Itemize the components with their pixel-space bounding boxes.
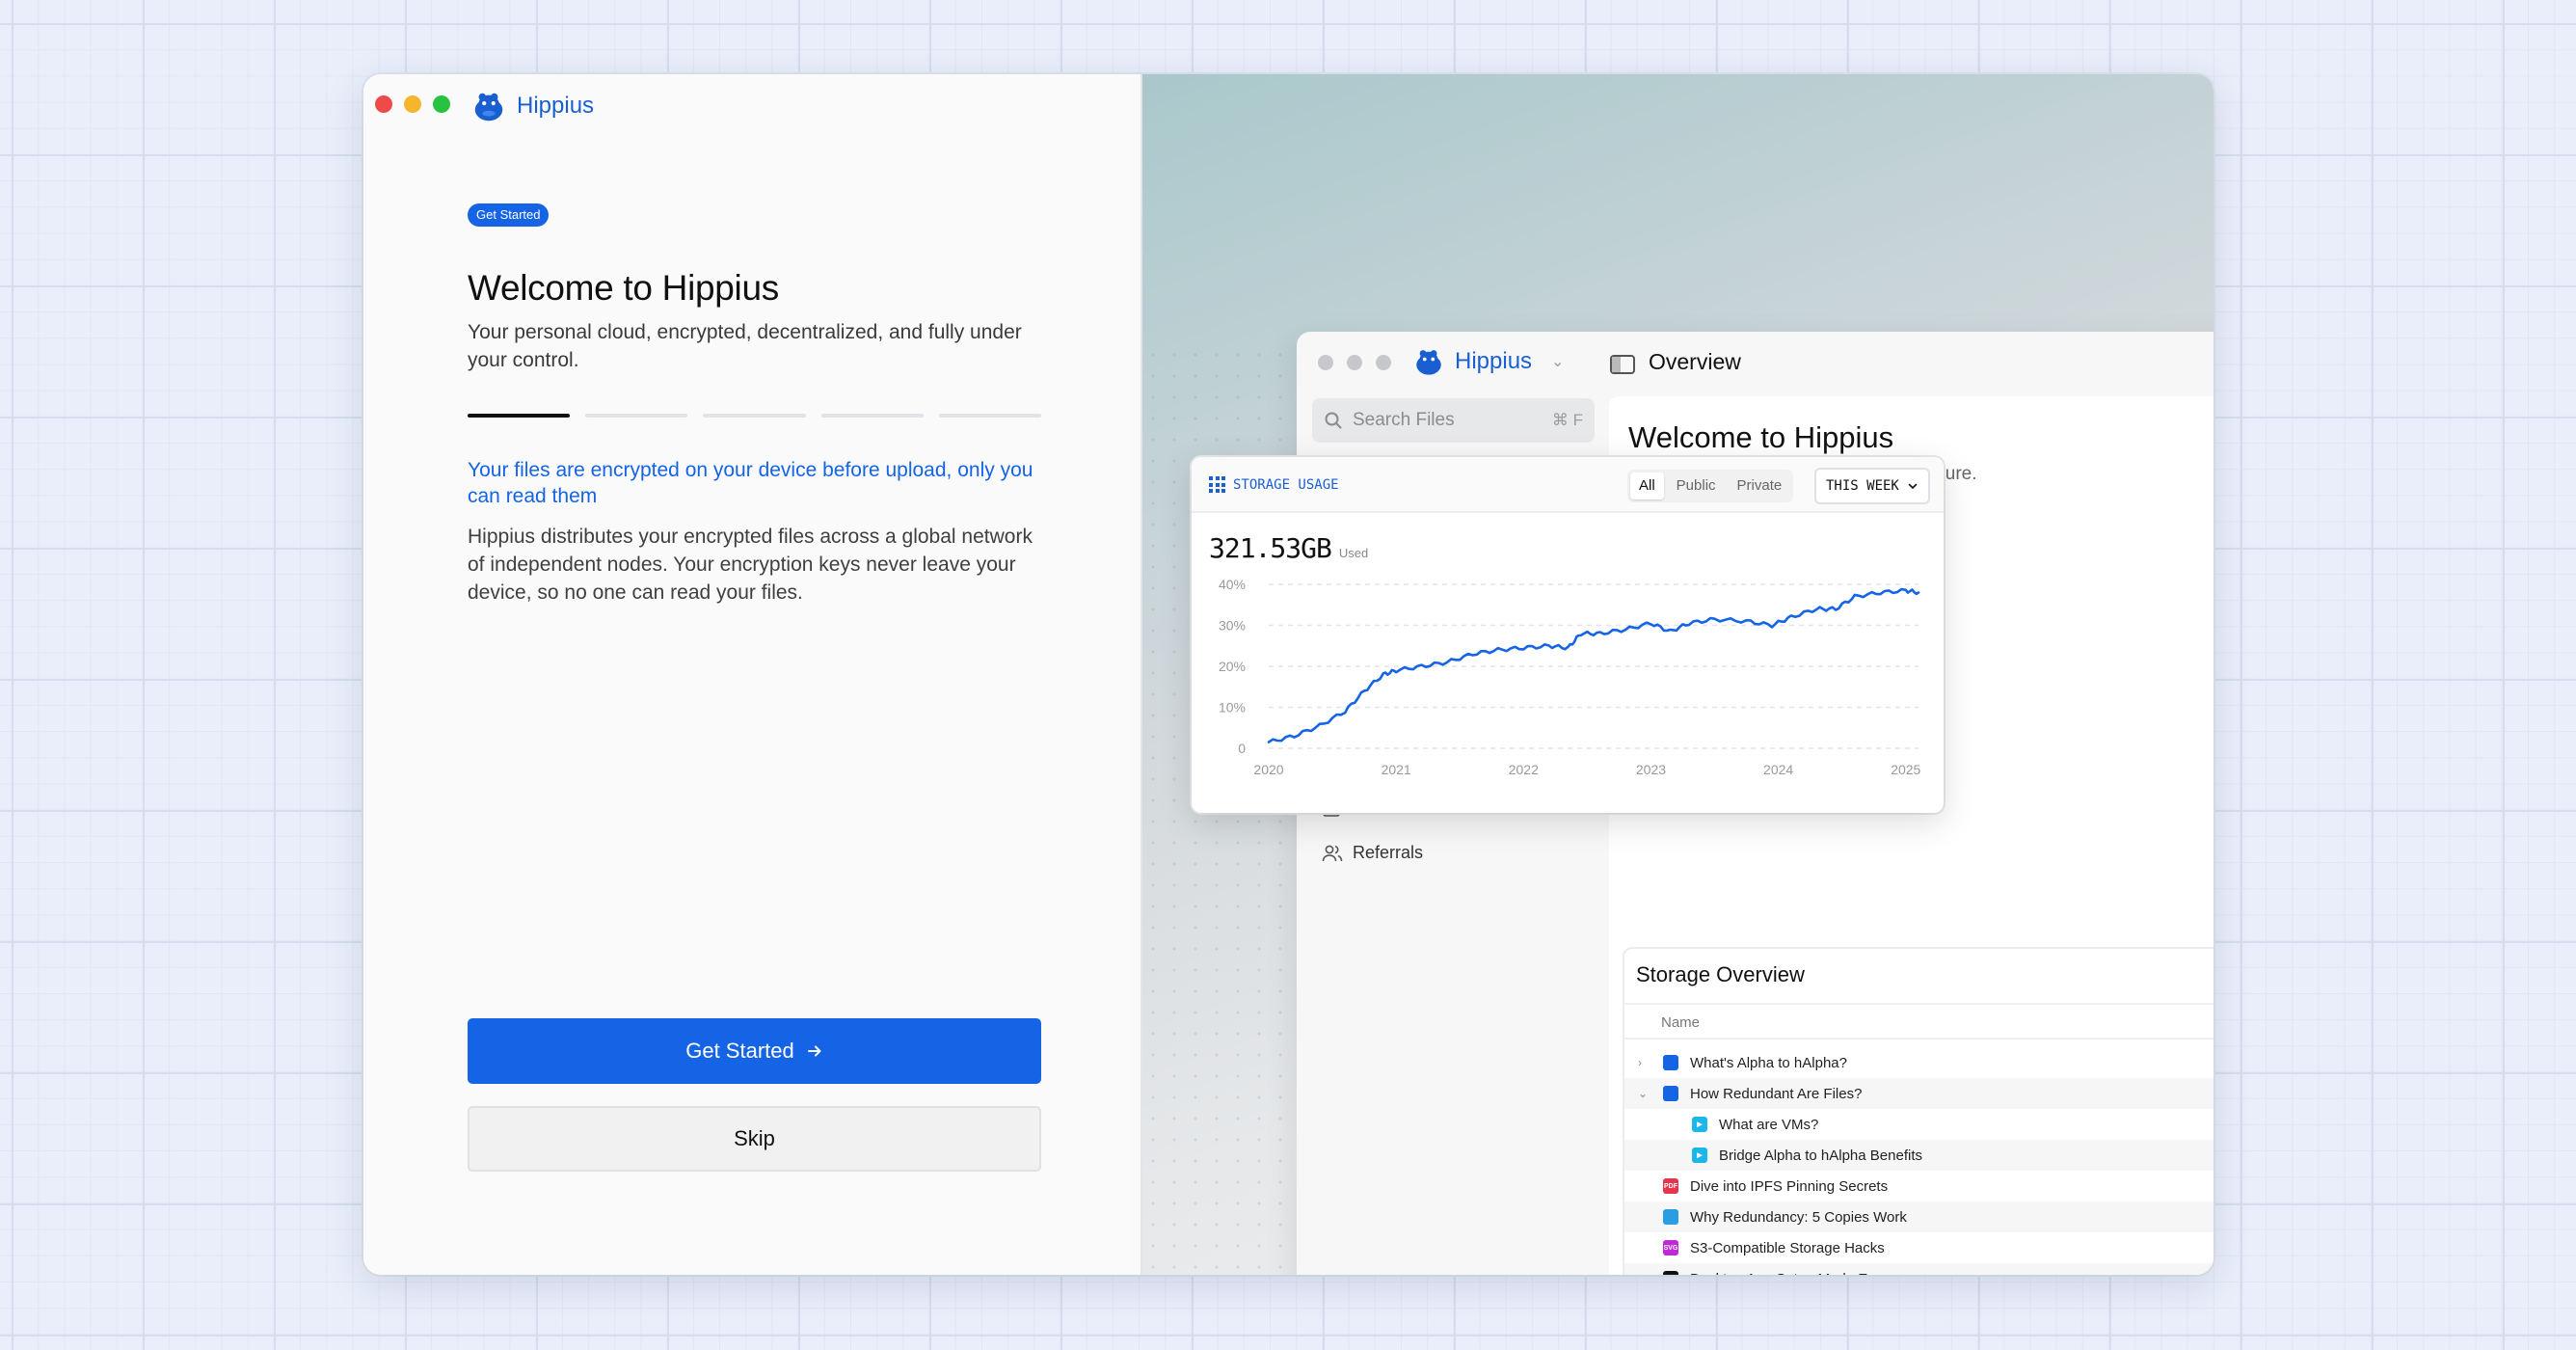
arrow-right-icon: [807, 1045, 821, 1057]
progress-step: [468, 414, 571, 418]
file-row: ▶ Bridge Alpha to hAlpha Benefits: [1624, 1140, 2214, 1171]
x-tick-label: 2022: [1509, 762, 1539, 777]
expand-toggle-icon: ⌄: [1638, 1087, 1649, 1100]
file-name: What are VMs?: [1719, 1116, 1819, 1133]
file-list: › What's Alpha to hAlpha? ⌄ How Redundant A…: [1624, 1047, 2214, 1275]
search-shortcut: ⌘ F: [1551, 411, 1583, 429]
progress-step: [703, 414, 806, 418]
storage-usage-label: STORAGE USAGE: [1209, 476, 1339, 493]
storage-overview-card: Storage Overview Name › What's Alpha to h…: [1623, 947, 2214, 1275]
window-controls: [375, 95, 450, 113]
video-icon: ▶: [1692, 1117, 1707, 1132]
x-tick-label: 2020: [1253, 762, 1283, 777]
x-tick-label: 2025: [1891, 762, 1920, 777]
filter-public[interactable]: Public: [1668, 472, 1725, 500]
app-maximize-dot: [1376, 355, 1391, 370]
step-progress: [468, 414, 1042, 418]
file-name: How Redundant Are Files?: [1690, 1085, 1863, 1102]
pdf-icon: PDF: [1663, 1178, 1678, 1194]
app-brand-name: Hippius: [1455, 348, 1533, 374]
progress-step: [820, 414, 924, 418]
chevron-down-icon: ⌄: [1551, 354, 1565, 370]
feature-description: Hippius distributes your encrypted files…: [468, 526, 1033, 604]
file-row: PDF Dive into IPFS Pinning Secrets: [1624, 1171, 2214, 1202]
doc-file-icon: DOC: [1663, 1271, 1678, 1275]
y-tick-label: 10%: [1219, 700, 1246, 716]
video-icon: ▶: [1692, 1148, 1707, 1163]
file-name: S3-Compatible Storage Hacks: [1690, 1239, 1885, 1256]
image-icon: [1663, 1209, 1678, 1225]
chart-header: STORAGE USAGE All Public Private THIS WE…: [1192, 457, 1944, 513]
storage-usage-card: STORAGE USAGE All Public Private THIS WE…: [1192, 457, 1944, 813]
search-icon: [1325, 412, 1342, 429]
usage-label: Used: [1338, 546, 1369, 560]
app-window-controls: [1318, 355, 1391, 370]
usage-summary: 321.53GB Used: [1209, 532, 1368, 564]
page-title: Welcome to Hippius: [468, 268, 779, 308]
hippo-logo-icon: [1416, 350, 1441, 375]
file-row: SVG S3-Compatible Storage Hacks: [1624, 1232, 2214, 1263]
sidebar-item-referrals: Referrals: [1322, 843, 1423, 863]
overview-title: Overview: [1649, 349, 1741, 374]
brand: Hippius: [470, 88, 594, 124]
x-tick-label: 2024: [1763, 762, 1793, 777]
chevron-down-icon: [1908, 483, 1918, 490]
folder-icon: [1663, 1086, 1678, 1101]
sidebar-toggle-icon: [1610, 355, 1635, 374]
file-name: Desktop App Setup Made Easy: [1690, 1271, 1891, 1276]
sidebar-item-label: Referrals: [1353, 843, 1424, 862]
progress-step: [585, 414, 688, 418]
file-name: What's Alpha to hAlpha?: [1690, 1054, 1847, 1071]
folder-icon: [1663, 1055, 1678, 1070]
chart-title: STORAGE USAGE: [1233, 476, 1339, 493]
file-row: Why Redundancy: 5 Copies Work: [1624, 1202, 2214, 1232]
expand-toggle-icon: ›: [1638, 1056, 1642, 1069]
hippo-logo-icon: [474, 93, 503, 122]
y-tick-label: 30%: [1219, 618, 1246, 634]
x-tick-label: 2023: [1636, 762, 1666, 777]
maximize-window-button[interactable]: [433, 95, 450, 113]
y-tick-label: 0: [1238, 741, 1246, 756]
file-row: ⌄ How Redundant Are Files?: [1624, 1078, 2214, 1109]
table-header: Name: [1624, 1003, 2214, 1040]
skip-button[interactable]: Skip: [468, 1106, 1041, 1172]
period-label: THIS WEEK: [1826, 478, 1899, 494]
file-name: Dive into IPFS Pinning Secrets: [1690, 1177, 1889, 1195]
svg-file-icon: SVG: [1663, 1240, 1678, 1256]
onboarding-panel: Hippius Get Started Welcome to Hippius Y…: [363, 74, 1142, 1275]
close-window-button[interactable]: [375, 95, 392, 113]
overview-welcome: Welcome to Hippius: [1628, 420, 1894, 454]
brand-name: Hippius: [517, 93, 595, 119]
users-icon: [1322, 845, 1343, 861]
search-files-input: Search Files ⌘ F: [1312, 398, 1595, 443]
filter-private[interactable]: Private: [1729, 472, 1791, 500]
y-tick-label: 40%: [1219, 577, 1246, 592]
y-tick-label: 20%: [1219, 659, 1246, 674]
minimize-window-button[interactable]: [404, 95, 421, 113]
grid-icon: [1209, 476, 1225, 493]
get-started-badge: Get Started: [468, 203, 550, 227]
feature-highlight: Your files are encrypted on your device …: [468, 459, 1033, 507]
file-row: › What's Alpha to hAlpha?: [1624, 1047, 2214, 1078]
search-placeholder: Search Files: [1353, 410, 1455, 430]
get-started-label: Get Started: [685, 1039, 794, 1063]
visibility-filter: All Public Private: [1627, 470, 1794, 502]
file-name: Bridge Alpha to hAlpha Benefits: [1719, 1147, 1922, 1164]
page-subtitle: Your personal cloud, encrypted, decentra…: [468, 321, 1022, 371]
storage-overview-title: Storage Overview: [1636, 962, 1805, 986]
name-column-header: Name: [1661, 1014, 1701, 1031]
usage-value: 321.53GB: [1209, 532, 1332, 564]
storage-usage-chart: 0 10% 20% 30% 40% 2020 2021 2022 2023 2024 2025: [1219, 577, 1921, 777]
file-row: ▶ What are VMs?: [1624, 1109, 2214, 1140]
app-minimize-dot: [1347, 355, 1362, 370]
get-started-button[interactable]: Get Started: [468, 1018, 1041, 1084]
file-row: DOC Desktop App Setup Made Easy: [1624, 1263, 2214, 1275]
period-select[interactable]: THIS WEEK: [1814, 468, 1930, 504]
filter-all[interactable]: All: [1630, 472, 1664, 500]
app-close-dot: [1318, 355, 1333, 370]
file-name: Why Redundancy: 5 Copies Work: [1690, 1208, 1907, 1226]
app-brand: Hippius ⌄: [1412, 345, 1564, 378]
x-tick-label: 2021: [1382, 762, 1411, 777]
progress-step: [938, 414, 1042, 418]
